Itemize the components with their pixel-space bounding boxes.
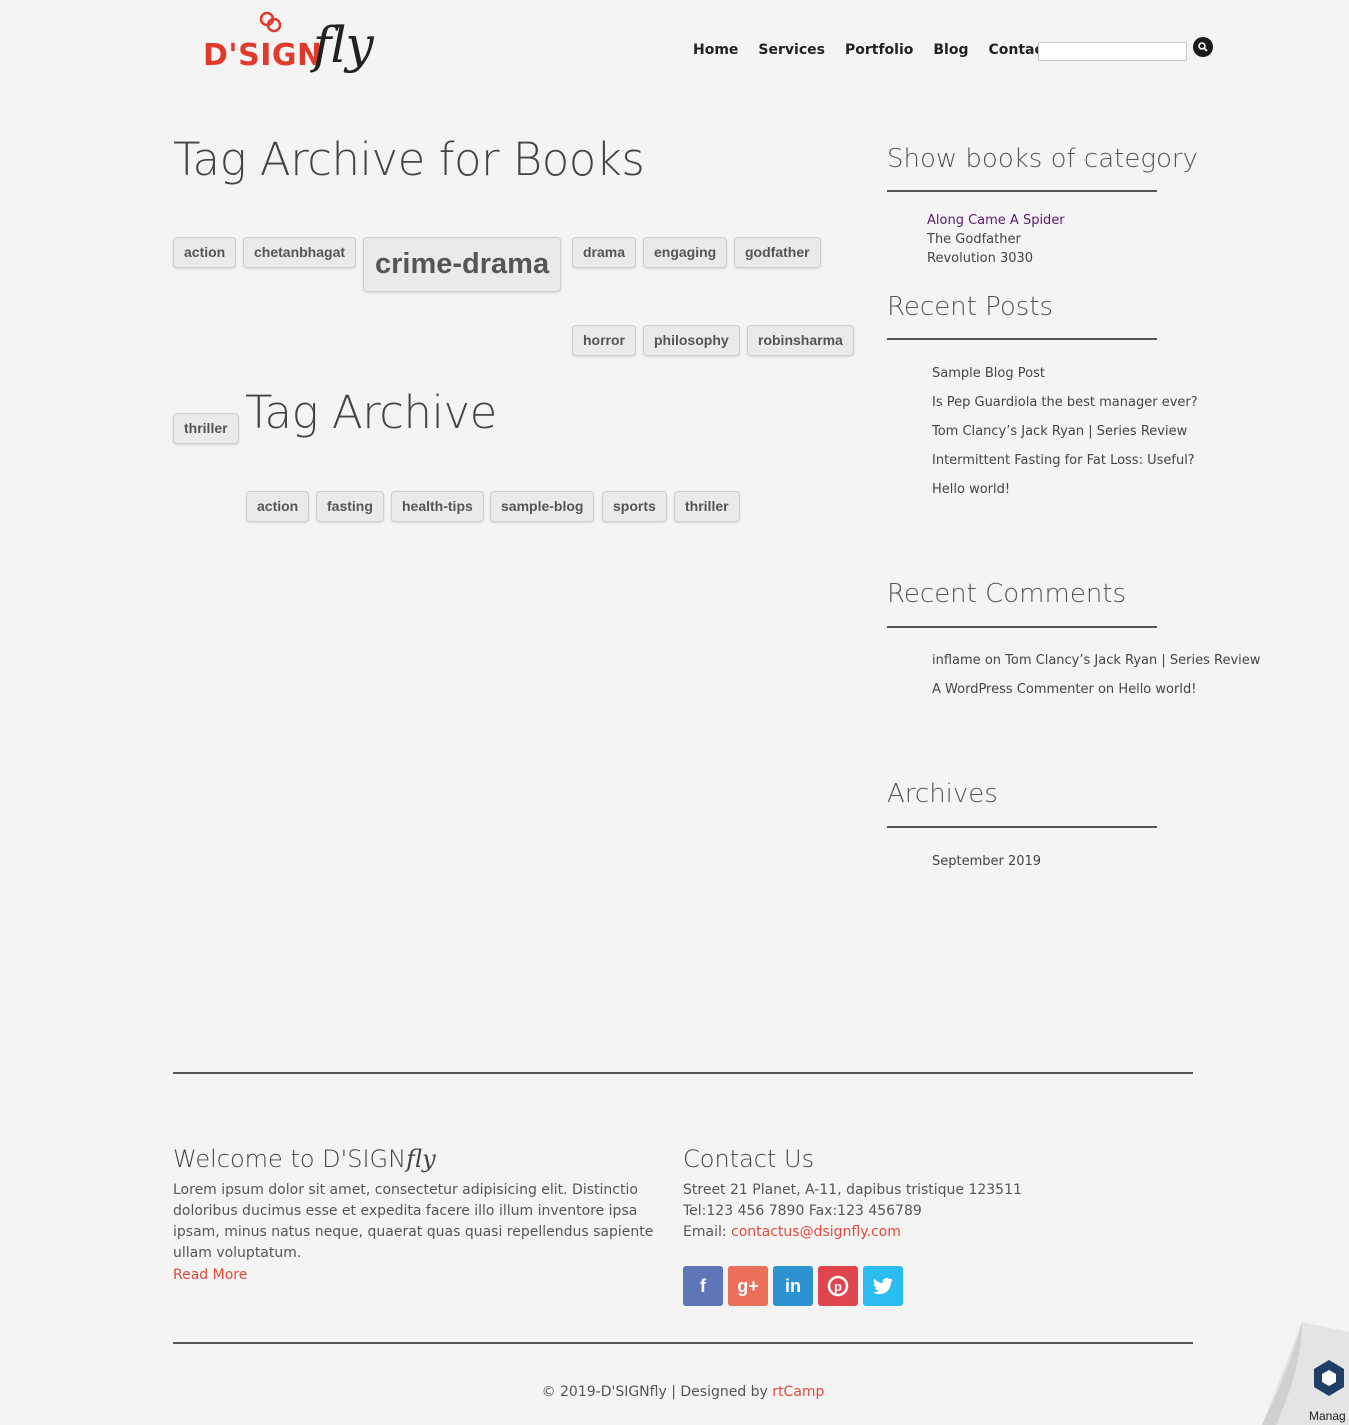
read-more-link[interactable]: Read More [173,1265,247,1286]
email-link[interactable]: contactus@dsignfly.com [731,1224,901,1240]
facebook-button[interactable]: f [683,1266,723,1306]
tag-drama[interactable]: drama [572,237,637,268]
main-nav: Home Services Portfolio Blog Contact [693,42,1069,58]
post-tag-health-tips[interactable]: health-tips [391,491,484,522]
comment-on-text: on [984,653,1002,668]
post-tag-sample-blog[interactable]: sample-blog [490,491,595,522]
facebook-icon: f [700,1275,706,1296]
twitter-button[interactable] [863,1266,903,1306]
welcome-text: Lorem ipsum dolor sit amet, consectetur … [173,1182,654,1261]
contact-address: Street 21 Planet, A-11, dapibus tristiqu… [683,1182,1022,1198]
welcome-heading-text: Welcome to D'SIGN [173,1145,407,1173]
comment-on-text: on [1097,682,1115,697]
comment-post-link[interactable]: Tom Clancy’s Jack Ryan | Series Review [1005,653,1260,668]
section-title: Tag Archive [245,386,497,439]
search-icon [1198,42,1208,52]
pinterest-button[interactable]: p [818,1266,858,1306]
divider [887,826,1157,828]
post-tag-action[interactable]: action [246,491,310,522]
archive-link[interactable]: September 2019 [932,854,1041,869]
search-button[interactable] [1193,37,1213,57]
nav-blog[interactable]: Blog [933,42,968,58]
google-plus-button[interactable]: g+ [728,1266,768,1306]
tag-chetanbhagat[interactable]: chetanbhagat [243,237,357,268]
recent-post-link[interactable]: Hello world! [932,482,1010,497]
designer-link[interactable]: rtCamp [772,1384,824,1400]
post-tag-fasting[interactable]: fasting [316,491,384,522]
welcome-heading-fly: fly [406,1145,436,1173]
footer-divider [173,1072,1193,1074]
comment-author: A WordPress Commenter [932,682,1094,697]
pinterest-icon: p [827,1275,849,1297]
recent-post-link[interactable]: Is Pep Guardiola the best manager ever? [932,395,1198,410]
tag-robinsharma[interactable]: robinsharma [747,325,854,356]
footer-bottom-divider [173,1342,1193,1344]
post-tag-sports[interactable]: sports [602,491,667,522]
tag-engaging[interactable]: engaging [643,237,728,268]
tag-godfather[interactable]: godfather [734,237,821,268]
divider [887,190,1157,192]
recent-comments-heading: Recent Comments [887,579,1127,609]
recent-posts-heading: Recent Posts [887,292,1054,322]
site-logo[interactable]: D'SIGN fly [203,10,393,85]
tag-crime-drama[interactable]: crime-drama [363,237,562,292]
contact-phone: Tel:123 456 7890 Fax:123 456789 [683,1203,922,1219]
tag-horror[interactable]: horror [572,325,636,356]
book-link[interactable]: Along Came A Spider [927,213,1065,228]
post-tag-thriller[interactable]: thriller [674,491,740,522]
linkedin-button[interactable]: in [773,1266,813,1306]
svg-text:p: p [834,1279,842,1294]
tag-philosophy[interactable]: philosophy [643,325,740,356]
comment-author-link[interactable]: inflame [932,653,981,668]
linkedin-icon: in [785,1275,801,1296]
comment-item: inflame on Tom Clancy’s Jack Ryan | Seri… [932,653,1260,668]
archives-heading: Archives [887,779,998,809]
logo-fly-text: fly [313,16,374,74]
recent-post-link[interactable]: Sample Blog Post [932,366,1045,381]
rings-icon [259,11,282,33]
book-link[interactable]: Revolution 3030 [927,251,1033,266]
book-link[interactable]: The Godfather [927,232,1021,247]
twitter-icon [873,1278,893,1294]
recent-post-link[interactable]: Intermittent Fasting for Fat Loss: Usefu… [932,453,1195,468]
page-title: Tag Archive for Books [173,133,645,186]
search-input[interactable] [1038,42,1187,61]
divider [887,338,1157,340]
copyright-text: © 2019-D'SIGNfly | Designed by [541,1384,768,1400]
google-plus-icon: g+ [737,1275,759,1296]
comment-post-link[interactable]: Hello world! [1118,682,1196,697]
divider [887,626,1157,628]
corner-label: Manag [1309,1409,1346,1423]
copyright: © 2019-D'SIGNfly | Designed by rtCamp [0,1384,1349,1400]
contact-email: Email: contactus@dsignfly.com [683,1222,901,1243]
nav-portfolio[interactable]: Portfolio [845,42,913,58]
tag-thriller[interactable]: thriller [173,413,239,444]
tag-action[interactable]: action [173,237,237,268]
logo-text: D'SIGN [203,38,323,73]
comment-item: A WordPress Commenter on Hello world! [932,682,1196,697]
contact-heading: Contact Us [683,1145,815,1173]
categories-heading: Show books of category [887,144,1198,174]
nav-home[interactable]: Home [693,42,738,58]
recent-post-link[interactable]: Tom Clancy’s Jack Ryan | Series Review [932,424,1187,439]
nav-services[interactable]: Services [758,42,825,58]
email-label: Email: [683,1224,727,1240]
welcome-heading: Welcome to D'SIGNfly [173,1145,436,1173]
